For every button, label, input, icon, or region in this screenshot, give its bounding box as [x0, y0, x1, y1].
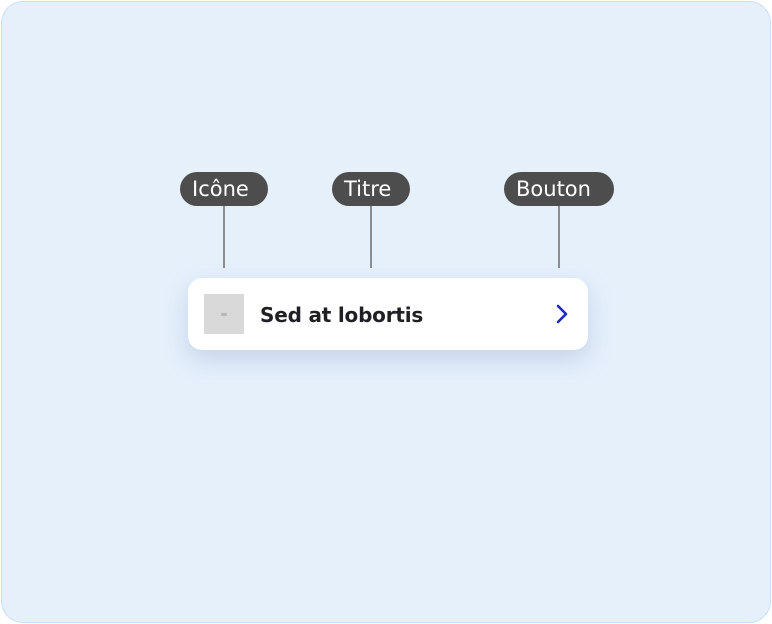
- label-button: Bouton: [504, 172, 614, 206]
- list-item-title: Sed at lobortis: [260, 303, 424, 327]
- connector-title: [370, 206, 372, 268]
- list-item-card[interactable]: Sed at lobortis: [188, 278, 588, 350]
- chevron-right-icon[interactable]: [550, 302, 574, 326]
- diagram-canvas: Icône Titre Bouton Sed at lobortis: [1, 1, 771, 623]
- thumbnail-mark: [221, 312, 227, 316]
- label-title: Titre: [332, 172, 410, 206]
- label-icon: Icône: [180, 172, 268, 206]
- connector-icon: [223, 206, 225, 268]
- image-placeholder-icon: [204, 294, 244, 334]
- connector-button: [558, 206, 560, 268]
